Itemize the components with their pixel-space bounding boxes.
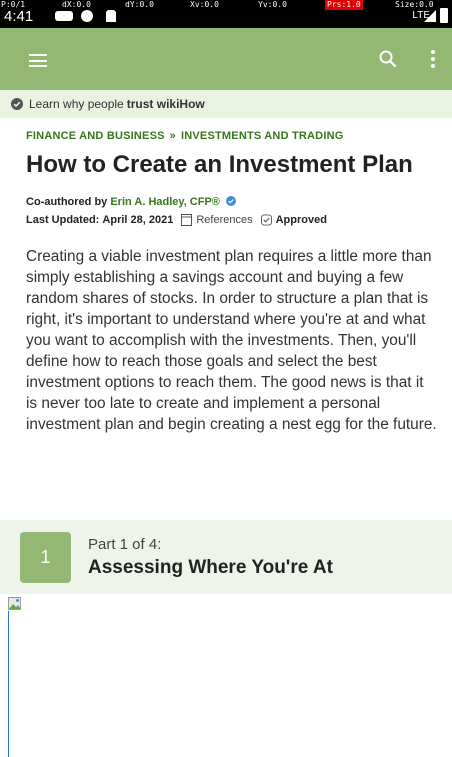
- app-bar: [0, 28, 452, 90]
- pointer-size: Size:0.0: [395, 0, 434, 9]
- pointer-dy: dY:0.0: [125, 0, 154, 9]
- image-border: [8, 611, 9, 757]
- part-header: 1 Part 1 of 4: Assessing Where You're At: [0, 520, 452, 594]
- trust-banner[interactable]: Learn why people trust wikiHow: [0, 90, 452, 118]
- cellular-signal-icon: [424, 10, 436, 22]
- trust-banner-link[interactable]: trust wikiHow: [127, 97, 205, 111]
- updated-label: Last Updated:: [26, 214, 100, 226]
- byline: Co-authored by Erin A. Hadley, CFP®: [26, 196, 236, 208]
- breadcrumb-item-finance[interactable]: FINANCE AND BUSINESS: [26, 130, 165, 142]
- part-number-badge: 1: [20, 532, 71, 583]
- article-intro: Creating a viable investment plan requir…: [26, 248, 437, 433]
- part-title: Assessing Where You're At: [88, 557, 333, 578]
- sd-card-icon: [106, 10, 116, 22]
- search-icon[interactable]: [378, 49, 398, 69]
- coauthored-label: Co-authored by: [26, 196, 108, 208]
- breadcrumb: FINANCE AND BUSINESS » INVESTMENTS AND TRA…: [26, 130, 343, 142]
- breadcrumb-item-investments[interactable]: INVESTMENTS AND TRADING: [181, 130, 343, 142]
- author-link[interactable]: Erin A. Hadley, CFP®: [110, 196, 220, 208]
- part-label: Part 1 of 4:: [88, 536, 162, 553]
- approved-check-icon: [260, 214, 272, 226]
- page-title: How to Create an Investment Plan: [26, 151, 413, 178]
- notification-icon: [55, 11, 73, 21]
- menu-icon[interactable]: [29, 54, 47, 67]
- battery-icon: [440, 8, 448, 23]
- sync-icon: [81, 10, 93, 22]
- pointer-yv: Yv:0.0: [258, 0, 287, 9]
- broken-image-icon: [8, 597, 21, 610]
- status-bar: P:0/1 dX:0.0 dY:0.0 Xv:0.0 Yv:0.0 Prs:1.…: [0, 0, 452, 28]
- pointer-pressure: Prs:1.0: [325, 0, 363, 10]
- article-meta: Last Updated: April 28, 2021 References …: [26, 214, 327, 226]
- trust-banner-prefix: Learn why people: [29, 97, 124, 111]
- status-time: 4:41: [4, 8, 34, 25]
- approved-label[interactable]: Approved: [276, 214, 327, 226]
- verified-badge-icon: [225, 196, 236, 206]
- updated-date: April 28, 2021: [102, 214, 174, 226]
- references-icon: [181, 214, 193, 226]
- breadcrumb-separator: »: [169, 130, 176, 142]
- check-circle-icon: [11, 98, 23, 110]
- pointer-xv: Xv:0.0: [190, 0, 219, 9]
- more-vert-icon[interactable]: [430, 49, 436, 69]
- references-link[interactable]: References: [196, 214, 252, 226]
